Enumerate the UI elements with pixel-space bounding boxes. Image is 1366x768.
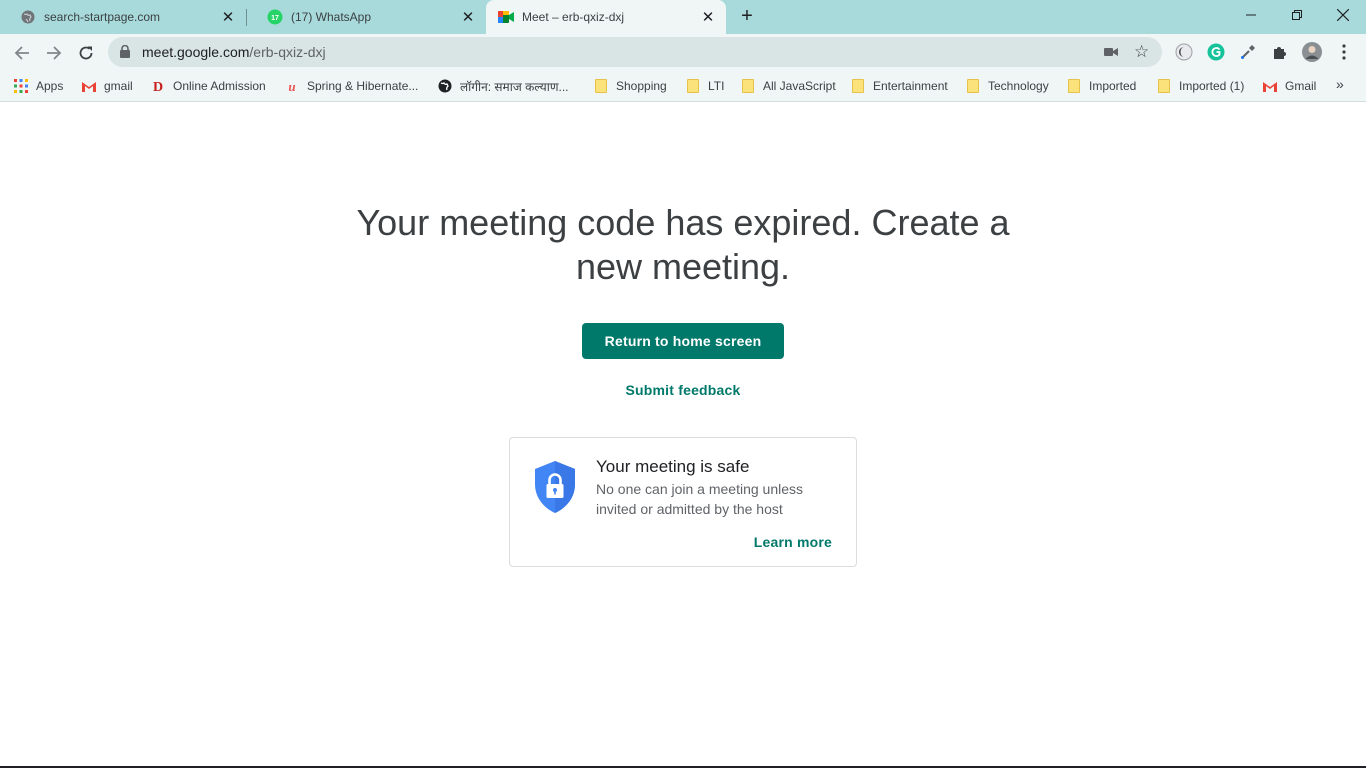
- new-tab-button[interactable]: +: [737, 6, 757, 27]
- lock-icon[interactable]: [120, 44, 130, 63]
- profile-avatar[interactable]: [1302, 42, 1322, 62]
- bookmark-folder-all-javascript[interactable]: All JavaScript: [741, 77, 836, 95]
- folder-icon: [594, 79, 608, 93]
- extensions-puzzle-icon[interactable]: [1270, 42, 1290, 62]
- tab-title: (17) WhatsApp: [291, 10, 372, 24]
- globe-icon: [20, 9, 36, 25]
- bookmark-folder-lti[interactable]: LTI: [686, 77, 724, 95]
- globe-dark-icon: [438, 79, 452, 93]
- bookmark-online-admission[interactable]: D Online Admission: [151, 77, 266, 95]
- tab-startpage[interactable]: search-startpage.com ✕: [0, 0, 246, 34]
- learn-more-link[interactable]: Learn more: [754, 534, 832, 550]
- grammarly-icon[interactable]: [1206, 42, 1226, 62]
- bookmark-label: Gmail: [1285, 79, 1317, 93]
- d-logo-icon: D: [151, 79, 165, 93]
- folder-icon: [851, 79, 865, 93]
- close-tab-icon[interactable]: ✕: [220, 9, 236, 26]
- folder-icon: [1157, 79, 1171, 93]
- bookmark-label: Spring & Hibernate...: [307, 79, 419, 93]
- tab-whatsapp[interactable]: 17 (17) WhatsApp ✕: [247, 0, 486, 34]
- bookmark-gmail-2[interactable]: Gmail: [1263, 77, 1316, 95]
- bookmark-folder-imported[interactable]: Imported: [1067, 77, 1136, 95]
- bookmark-apps[interactable]: Apps: [14, 77, 63, 95]
- bookmark-label: Imported (1): [1179, 79, 1245, 93]
- whatsapp-icon: 17: [267, 9, 283, 25]
- arrow-left-icon: [14, 46, 29, 60]
- submit-feedback-link[interactable]: Submit feedback: [583, 382, 783, 398]
- tab-strip: search-startpage.com ✕ 17 (17) WhatsApp …: [0, 0, 1366, 34]
- meeting-safe-card: Your meeting is safe No one can join a m…: [509, 437, 857, 567]
- shield-lock-icon: [534, 460, 576, 519]
- apps-grid-icon: [14, 79, 28, 93]
- bookmark-star-icon[interactable]: ☆: [1134, 42, 1149, 62]
- arrow-right-icon: [47, 46, 62, 60]
- bookmark-label: Shopping: [616, 79, 667, 93]
- bookmark-folder-technology[interactable]: Technology: [966, 77, 1049, 95]
- close-tab-icon[interactable]: ✕: [460, 9, 476, 26]
- camera-icon[interactable]: [1104, 45, 1118, 63]
- folder-icon: [1067, 79, 1081, 93]
- back-button[interactable]: [10, 41, 34, 65]
- bookmark-spring-hibernate[interactable]: u Spring & Hibernate...: [285, 77, 418, 95]
- chrome-menu-icon[interactable]: [1334, 42, 1354, 62]
- url-host: meet.google.com: [142, 44, 250, 60]
- bookmark-folder-imported-1[interactable]: Imported (1): [1157, 77, 1244, 95]
- url-path: /erb-qxiz-dxj: [249, 44, 326, 60]
- return-home-button[interactable]: Return to home screen: [582, 323, 784, 359]
- tab-meet[interactable]: Meet – erb-qxiz-dxj ✕: [486, 0, 726, 34]
- bookmark-label: LTI: [708, 79, 725, 93]
- bookmark-label: Entertainment: [873, 79, 948, 93]
- eyedropper-icon[interactable]: [1238, 42, 1258, 62]
- tab-title: search-startpage.com: [44, 10, 161, 24]
- udemy-icon: u: [285, 79, 299, 93]
- meet-icon: [498, 9, 514, 25]
- bookmark-folder-shopping[interactable]: Shopping: [594, 77, 667, 95]
- page-title: Your meeting code has expired. Create a …: [356, 202, 1010, 287]
- dark-reader-icon[interactable]: [1174, 42, 1194, 62]
- bookmark-label: Technology: [988, 79, 1049, 93]
- bookmark-label: All JavaScript: [763, 79, 836, 93]
- reload-button[interactable]: [74, 41, 98, 65]
- svg-text:u: u: [288, 79, 295, 93]
- page-content: Your meeting code has expired. Create a …: [0, 103, 1366, 768]
- bookmarks-bar: Apps gmail D Online Admission u Spring &…: [0, 70, 1366, 102]
- folder-icon: [966, 79, 980, 93]
- bookmark-label: gmail: [104, 79, 133, 93]
- reload-icon: [79, 46, 93, 60]
- bookmark-gmail[interactable]: gmail: [82, 77, 133, 95]
- svg-text:D: D: [153, 80, 163, 93]
- folder-icon: [686, 79, 700, 93]
- close-tab-icon[interactable]: ✕: [700, 9, 716, 26]
- bookmark-folder-entertainment[interactable]: Entertainment: [851, 77, 948, 95]
- gmail-icon: [1263, 79, 1277, 93]
- minimize-button[interactable]: [1228, 0, 1274, 30]
- card-description: No one can join a meeting unless invited…: [596, 481, 804, 517]
- bookmark-label: Apps: [36, 79, 64, 93]
- restore-button[interactable]: [1274, 0, 1320, 30]
- tab-title: Meet – erb-qxiz-dxj: [522, 10, 625, 24]
- bookmarks-overflow-button[interactable]: »: [1336, 76, 1344, 92]
- bookmark-label: Imported: [1089, 79, 1137, 93]
- url-text: meet.google.com/erb-qxiz-dxj: [142, 44, 326, 60]
- gmail-icon: [82, 79, 96, 93]
- bookmark-label: लॉगीन: समाज कल्याण...: [460, 79, 569, 94]
- bookmark-label: Online Admission: [173, 79, 266, 93]
- address-bar[interactable]: meet.google.com/erb-qxiz-dxj ☆: [108, 37, 1162, 67]
- bookmark-samaj-kalyan[interactable]: लॉगीन: समाज कल्याण...: [438, 77, 569, 95]
- browser-toolbar: meet.google.com/erb-qxiz-dxj ☆: [0, 34, 1366, 70]
- forward-button[interactable]: [42, 41, 66, 65]
- close-window-button[interactable]: [1320, 0, 1366, 30]
- card-title: Your meeting is safe: [596, 457, 750, 476]
- whatsapp-badge: 17: [271, 15, 279, 22]
- folder-icon: [741, 79, 755, 93]
